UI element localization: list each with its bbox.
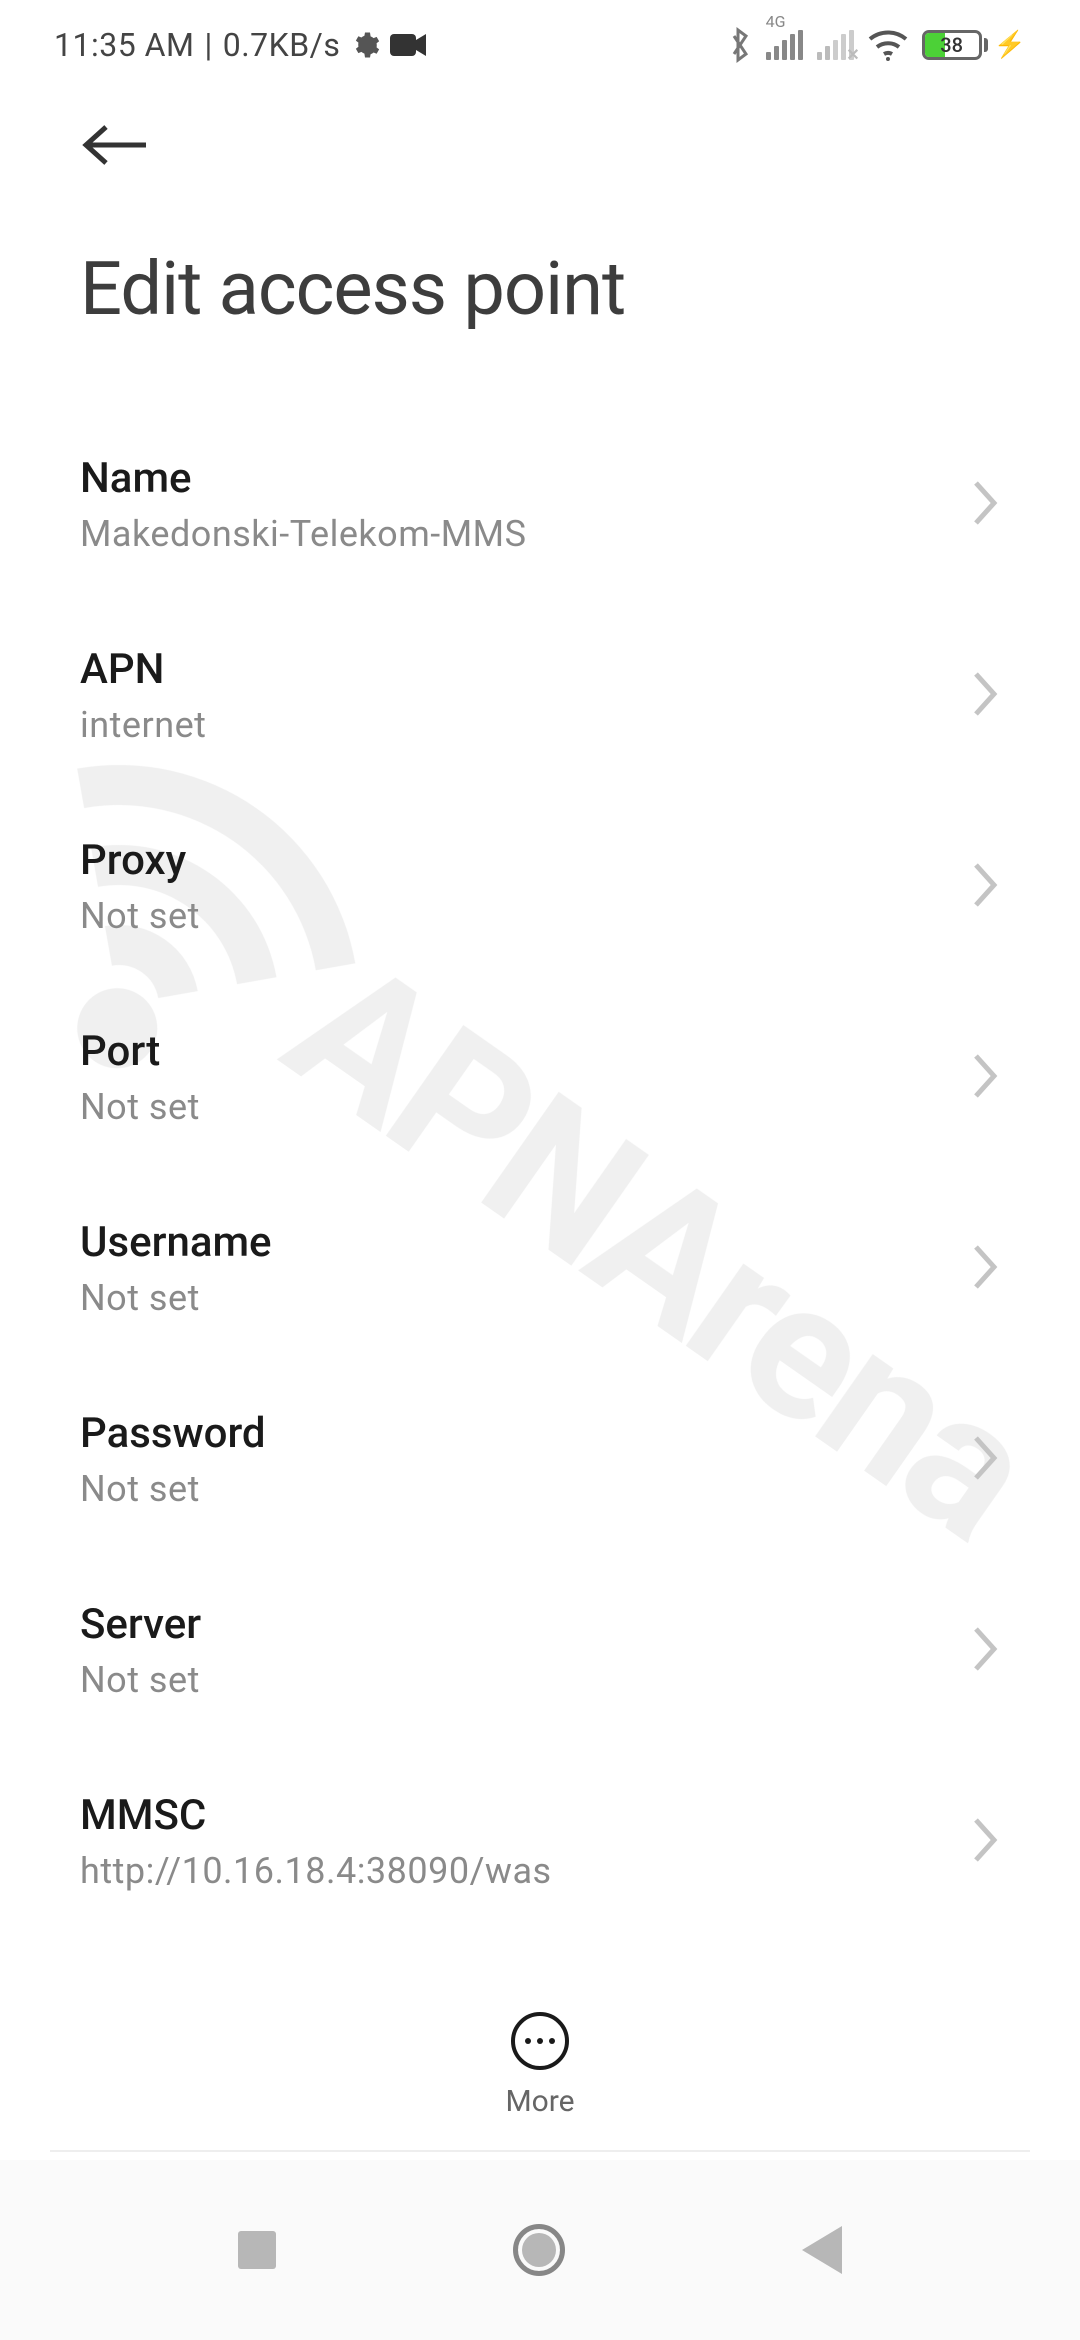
battery-percent: 38 (925, 33, 979, 57)
chevron-right-icon (972, 670, 1000, 722)
row-password-value: Not set (80, 1468, 266, 1510)
row-proxy-label: Proxy (80, 836, 200, 885)
row-proxy[interactable]: Proxy Not set (0, 792, 1080, 981)
signal-1-label: 4G (766, 12, 786, 31)
status-sep: | (204, 26, 212, 64)
header: Edit access point (0, 110, 1080, 333)
row-mmsc-label: MMSC (80, 1791, 552, 1840)
signal-2-icon: ✕ (817, 30, 854, 60)
chevron-right-icon (972, 1243, 1000, 1295)
bottom-divider (50, 2150, 1030, 2152)
row-name[interactable]: Name Makedonski-Telekom-MMS (0, 410, 1080, 599)
chevron-right-icon (972, 1816, 1000, 1868)
row-apn[interactable]: APN internet (0, 601, 1080, 790)
row-mmsc-value: http://10.16.18.4:38090/was (80, 1850, 552, 1892)
row-username-value: Not set (80, 1277, 272, 1319)
row-mms-proxy[interactable]: MMS proxy 10.16.18.77 (0, 1938, 1080, 1970)
more-label: More (505, 2084, 574, 2119)
row-username-label: Username (80, 1218, 272, 1267)
row-port[interactable]: Port Not set (0, 983, 1080, 1172)
wifi-icon (868, 29, 908, 61)
chevron-right-icon (972, 1434, 1000, 1486)
more-dots-icon (511, 2012, 569, 2070)
row-server[interactable]: Server Not set (0, 1556, 1080, 1745)
signal-2-x-icon: ✕ (846, 45, 859, 64)
chevron-right-icon (972, 479, 1000, 531)
nav-back-button[interactable] (802, 2226, 842, 2274)
settings-list: Name Makedonski-Telekom-MMS APN internet… (0, 410, 1080, 1970)
battery-icon: 38 ⚡ (922, 30, 1026, 60)
row-port-label: Port (80, 1027, 200, 1076)
row-server-value: Not set (80, 1659, 201, 1701)
status-bar: 11:35 AM | 0.7KB/s 4G ✕ 38 (0, 0, 1080, 90)
row-mmsc[interactable]: MMSC http://10.16.18.4:38090/was (0, 1747, 1080, 1936)
row-name-value: Makedonski-Telekom-MMS (80, 513, 526, 555)
charging-icon: ⚡ (994, 30, 1026, 60)
nav-recents-button[interactable] (238, 2231, 276, 2269)
back-button[interactable] (80, 110, 150, 180)
camera-icon (390, 32, 426, 58)
chevron-right-icon (972, 1052, 1000, 1104)
circle-icon (513, 2224, 565, 2276)
signal-1-icon: 4G (766, 30, 803, 60)
chevron-right-icon (972, 861, 1000, 913)
row-apn-label: APN (80, 645, 206, 694)
status-time: 11:35 AM (54, 26, 194, 64)
page-title: Edit access point (80, 246, 1000, 333)
row-port-value: Not set (80, 1086, 200, 1128)
status-net-speed: 0.7KB/s (223, 26, 341, 64)
row-proxy-value: Not set (80, 895, 200, 937)
status-right: 4G ✕ 38 ⚡ (728, 26, 1026, 64)
square-icon (238, 2231, 276, 2269)
more-button[interactable]: More (0, 1980, 1080, 2150)
row-apn-value: internet (80, 704, 206, 746)
row-password[interactable]: Password Not set (0, 1365, 1080, 1554)
nav-home-button[interactable] (513, 2224, 565, 2276)
chevron-right-icon (972, 1625, 1000, 1677)
status-left: 11:35 AM | 0.7KB/s (54, 26, 426, 64)
arrow-left-icon (82, 123, 148, 167)
bluetooth-icon (728, 26, 752, 64)
nav-bar (0, 2160, 1080, 2340)
row-name-label: Name (80, 454, 526, 503)
gear-icon (350, 30, 380, 60)
row-server-label: Server (80, 1600, 201, 1649)
row-username[interactable]: Username Not set (0, 1174, 1080, 1363)
row-password-label: Password (80, 1409, 266, 1458)
triangle-left-icon (802, 2226, 842, 2274)
